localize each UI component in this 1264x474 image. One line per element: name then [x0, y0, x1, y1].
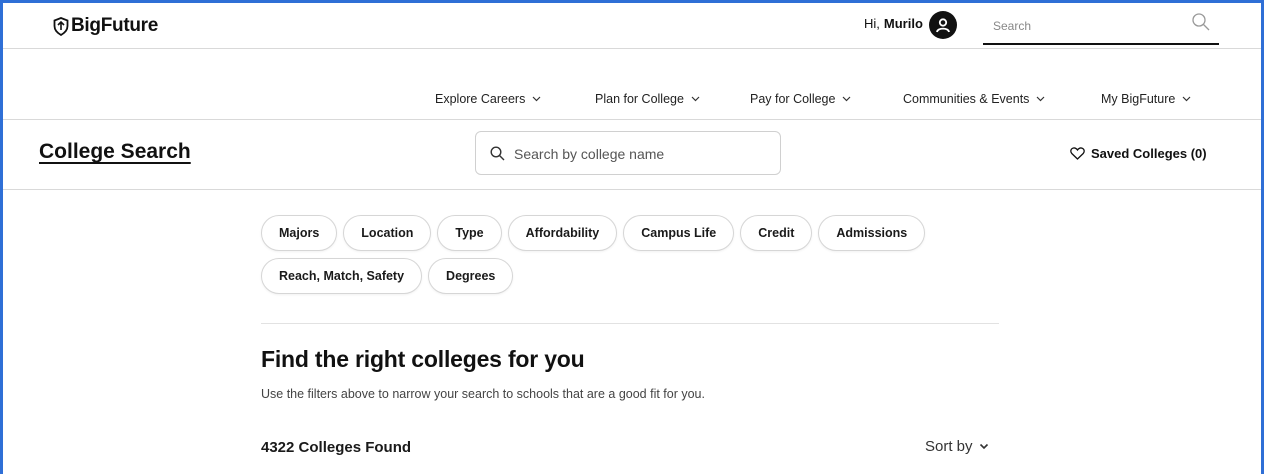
filter-affordability[interactable]: Affordability: [507, 215, 618, 251]
chevron-down-icon: [843, 96, 851, 102]
filter-campus-life[interactable]: Campus Life: [623, 215, 735, 251]
filter-chips: Majors Location Type Affordability Campu…: [261, 215, 926, 301]
sort-by-label: Sort by: [925, 438, 973, 455]
nav-label: My BigFuture: [1101, 92, 1176, 106]
user-greeting: Hi, Murilo: [864, 16, 923, 31]
nav-explore-careers[interactable]: Explore Careers: [435, 92, 541, 106]
college-search-input[interactable]: [512, 143, 766, 165]
sort-by-dropdown[interactable]: Sort by: [925, 438, 989, 455]
results-subtext: Use the filters above to narrow your sea…: [261, 387, 705, 401]
filter-type[interactable]: Type: [437, 215, 502, 251]
filter-credit[interactable]: Credit: [740, 215, 813, 251]
shield-logo-icon: [53, 16, 69, 36]
chevron-down-icon: [532, 96, 541, 102]
search-icon[interactable]: [1191, 12, 1211, 37]
heart-icon: [1070, 147, 1085, 160]
user-name: Murilo: [883, 16, 923, 31]
divider: [261, 323, 999, 324]
filter-degrees[interactable]: Degrees: [428, 258, 514, 294]
site-search-input[interactable]: [991, 15, 1185, 37]
bigfuture-logo[interactable]: BigFuture: [53, 15, 158, 37]
browser-frame: BigFuture Hi, Murilo Explore Careers: [0, 0, 1264, 474]
filter-reach-match-safety[interactable]: Reach, Match, Safety: [261, 258, 423, 294]
nav-communities-events[interactable]: Communities & Events: [903, 92, 1045, 106]
filter-row: Majors Location Type Affordability Campu…: [261, 215, 926, 251]
nav-label: Pay for College: [750, 92, 836, 106]
college-search-box: [475, 131, 781, 175]
main-nav: Explore Careers Plan for College Pay for…: [3, 49, 1261, 120]
site-search: [983, 9, 1219, 45]
chevron-down-icon: [1182, 96, 1191, 102]
chevron-down-icon: [1037, 96, 1045, 102]
saved-colleges-button[interactable]: Saved Colleges (0): [1070, 146, 1207, 161]
nav-my-bigfuture[interactable]: My BigFuture: [1101, 92, 1191, 106]
nav-plan-for-college[interactable]: Plan for College: [595, 92, 700, 106]
nav-label: Explore Careers: [435, 92, 526, 106]
results-heading: Find the right colleges for you: [261, 346, 585, 372]
user-avatar-icon[interactable]: [929, 11, 957, 39]
top-bar: BigFuture Hi, Murilo: [3, 3, 1261, 49]
filter-admissions[interactable]: Admissions: [818, 215, 926, 251]
chevron-down-icon: [691, 96, 700, 102]
page-title[interactable]: College Search: [39, 140, 191, 164]
saved-colleges-label: Saved Colleges (0): [1091, 146, 1207, 161]
nav-label: Plan for College: [595, 92, 684, 106]
logo-text: BigFuture: [71, 15, 159, 36]
nav-pay-for-college[interactable]: Pay for College: [750, 92, 851, 106]
results-count: 4322 Colleges Found: [261, 439, 412, 456]
filter-row: Reach, Match, Safety Degrees: [261, 258, 921, 294]
chevron-down-icon: [979, 443, 988, 450]
filter-majors[interactable]: Majors: [261, 215, 338, 251]
nav-label: Communities & Events: [903, 92, 1030, 106]
college-search-bar: College Search Saved Colleges (0): [3, 120, 1261, 190]
search-icon: [490, 146, 505, 166]
greeting-prefix: Hi,: [864, 16, 880, 31]
filter-location[interactable]: Location: [343, 215, 432, 251]
